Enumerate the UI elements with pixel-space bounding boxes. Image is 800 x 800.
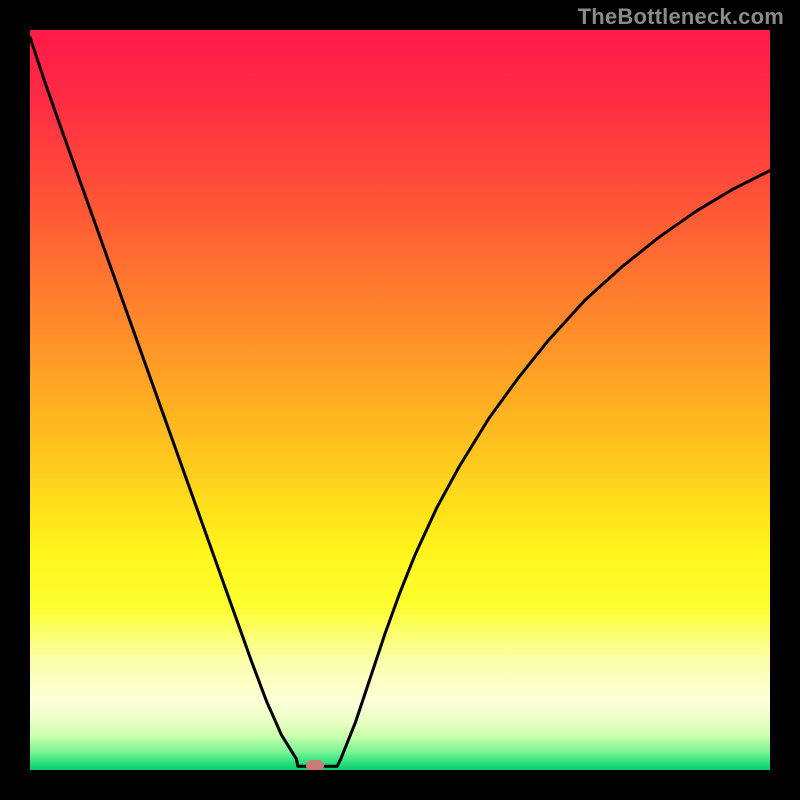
plot-area — [30, 30, 770, 770]
chart-frame: TheBottleneck.com — [0, 0, 800, 800]
branding-label: TheBottleneck.com — [578, 4, 784, 30]
bottleneck-curve — [30, 30, 770, 770]
minimum-marker — [306, 760, 324, 770]
